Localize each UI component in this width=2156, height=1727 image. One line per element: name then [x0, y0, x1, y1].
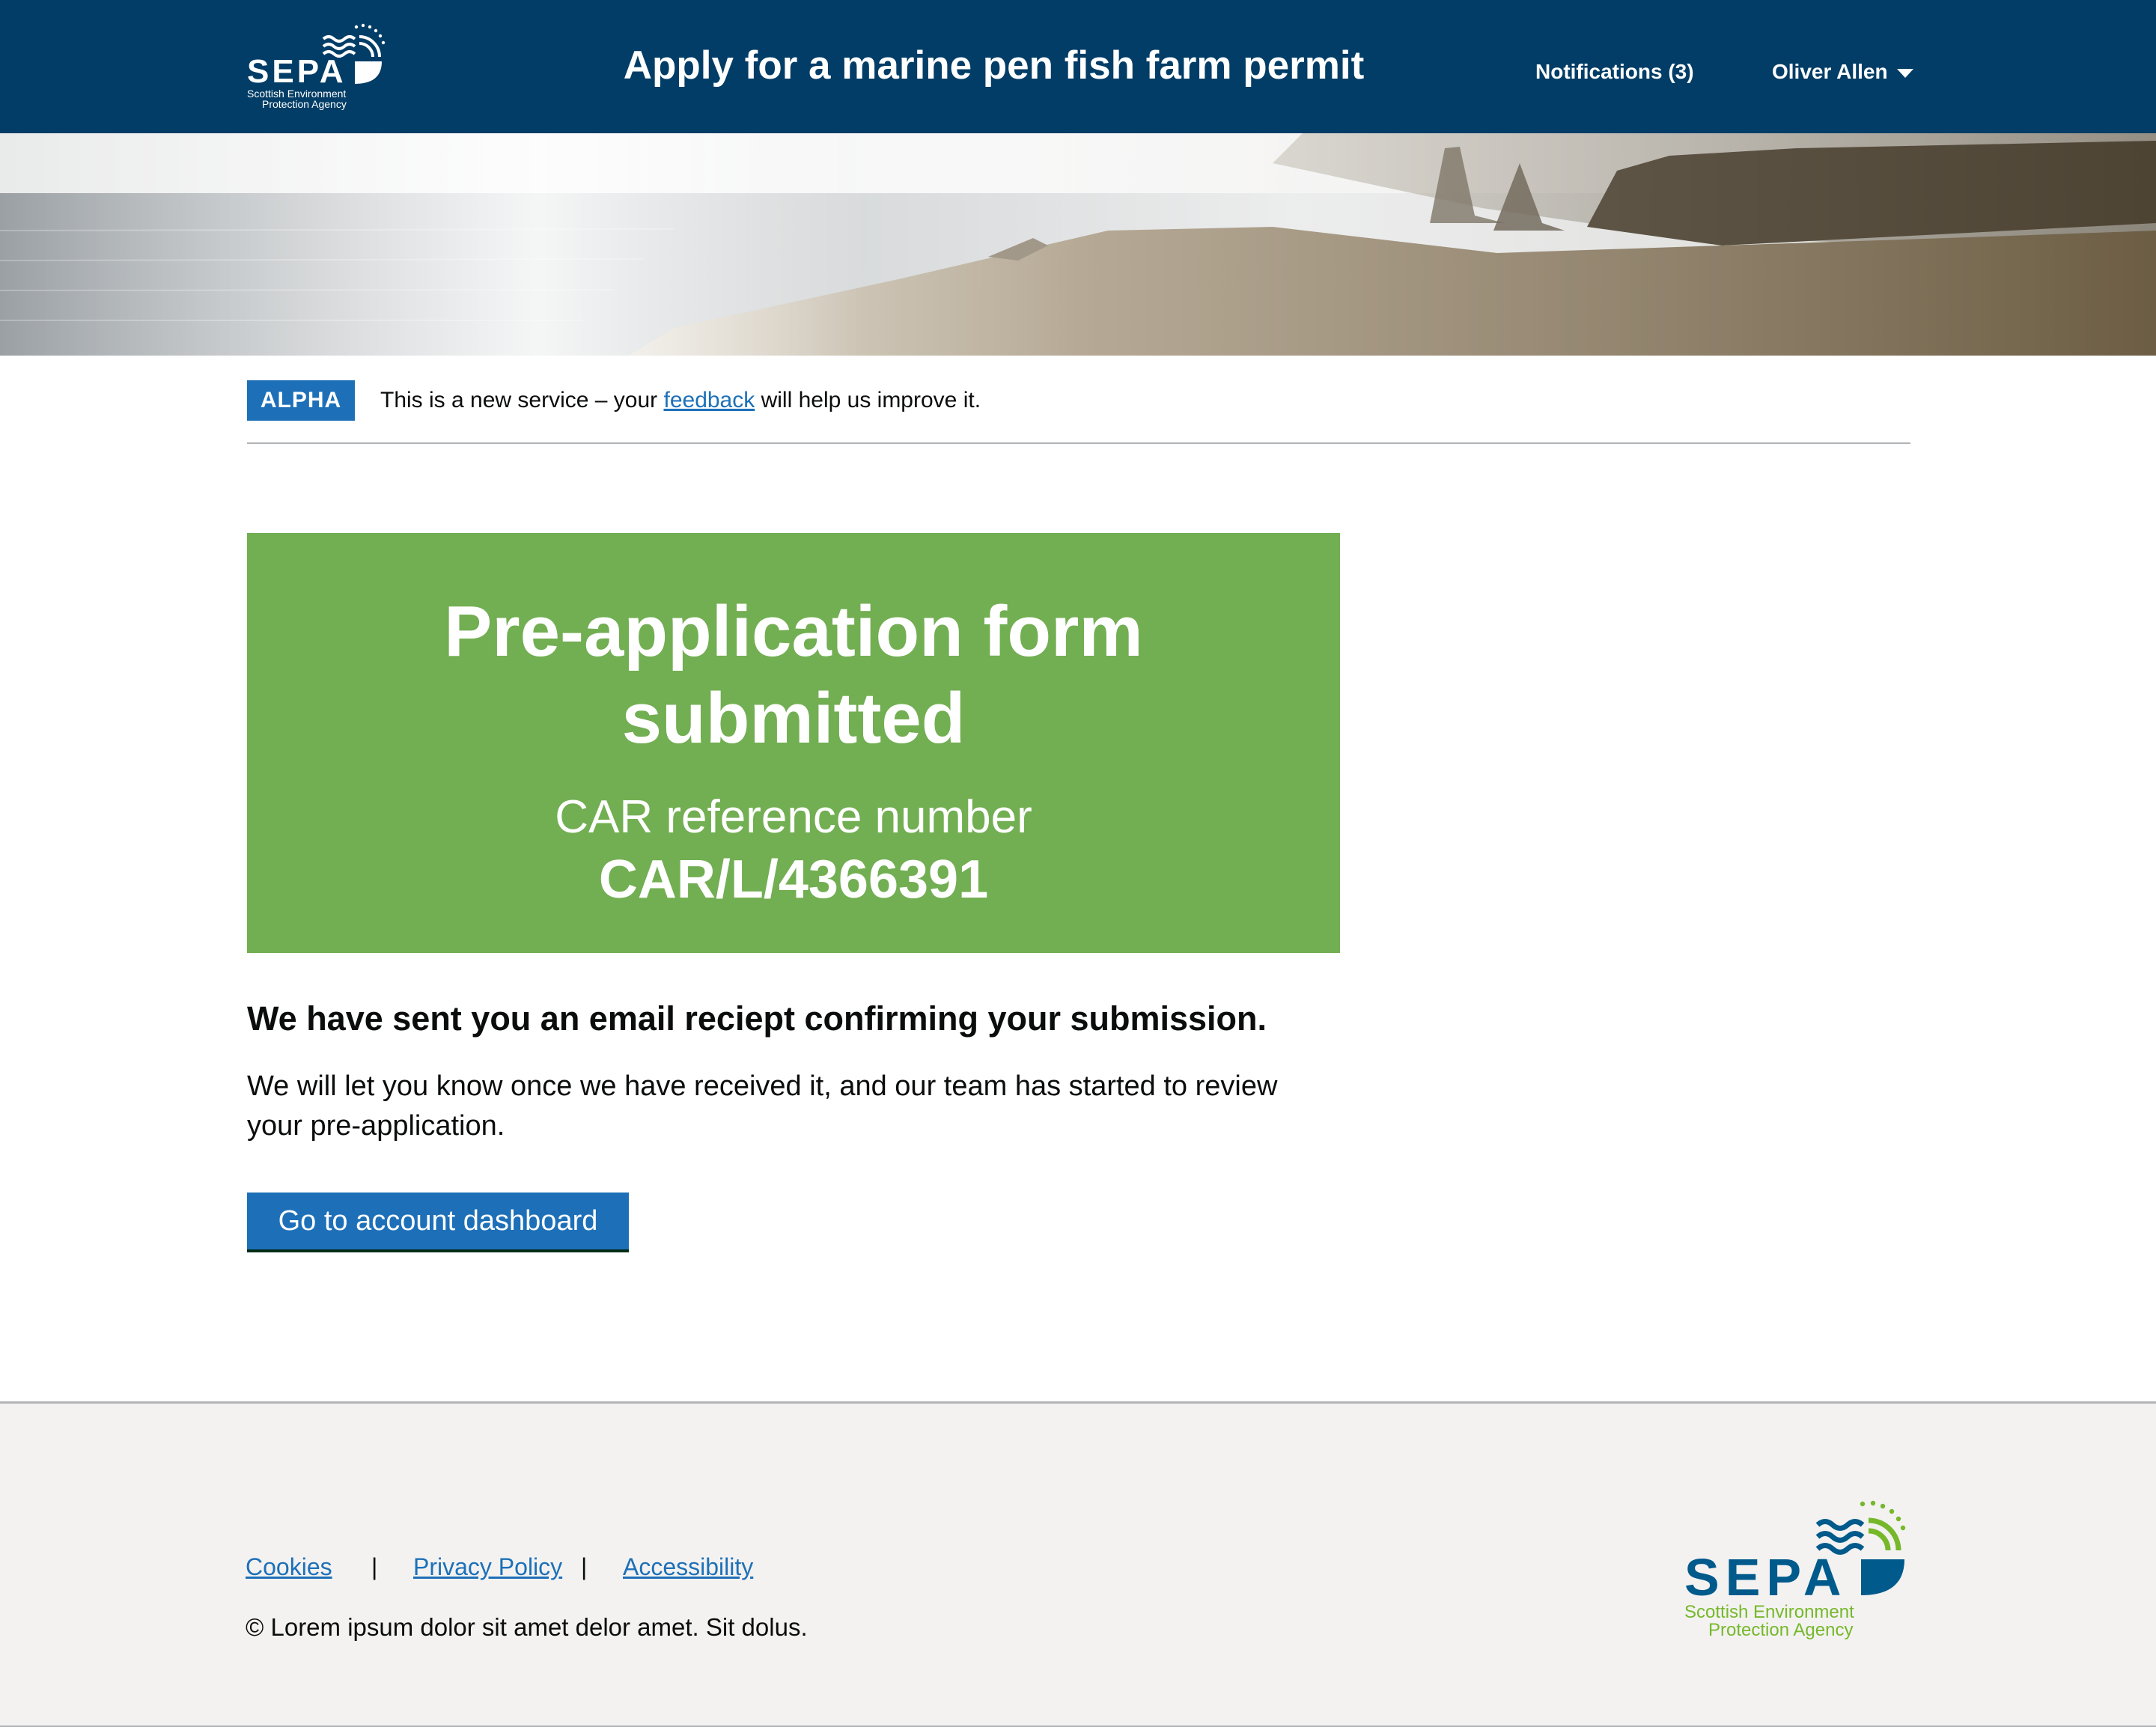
site-footer: Cookies | Privacy Policy | Accessibility… [0, 1401, 2156, 1727]
feedback-link[interactable]: feedback [663, 388, 755, 412]
phase-banner: ALPHA This is a new service – your feedb… [247, 380, 1910, 444]
sepa-logo-icon: SEPA Scottish Environment Protection Age… [247, 23, 386, 110]
sepa-logo[interactable]: SEPA Scottish Environment Protection Age… [246, 22, 388, 111]
svg-text:Protection Agency: Protection Agency [262, 98, 347, 110]
panel-title-line1: Pre-application form [444, 591, 1143, 671]
site-header: SEPA Scottish Environment Protection Age… [0, 0, 2156, 133]
svg-text:Scottish Environment: Scottish Environment [1684, 1602, 1854, 1622]
review-info-line2: your pre-application. [247, 1110, 505, 1142]
svg-text:Protection Agency: Protection Agency [1708, 1620, 1853, 1640]
hero-banner-image [0, 133, 2156, 356]
footer-separator: | [581, 1553, 588, 1580]
footer-link-accessibility[interactable]: Accessibility [623, 1551, 753, 1583]
footer-link-cookies[interactable]: Cookies [246, 1551, 332, 1583]
email-receipt-heading: We have sent you an email reciept confir… [247, 999, 1267, 1038]
go-to-dashboard-button[interactable]: Go to account dashboard [247, 1193, 629, 1249]
reference-number: CAR/L/4366391 [598, 850, 989, 910]
svg-text:SEPA: SEPA [247, 53, 347, 90]
footer-separator: | [371, 1553, 378, 1580]
phase-text-after: will help us improve it. [755, 388, 981, 412]
user-menu-toggle[interactable]: Oliver Allen [1772, 58, 1913, 85]
phase-tag: ALPHA [247, 380, 355, 421]
footer-sepa-logo: SEPA Scottish Environment Protection Age… [1683, 1499, 1915, 1649]
chevron-down-icon [1896, 68, 1913, 78]
phase-banner-text: This is a new service – your feedback wi… [380, 386, 981, 415]
notifications-link[interactable]: Notifications (3) [1535, 58, 1694, 85]
panel-title-line2: submitted [621, 678, 966, 758]
review-info-line1: We will let you know once we have receiv… [247, 1070, 1278, 1102]
footer-link-privacy-policy[interactable]: Privacy Policy [413, 1551, 562, 1583]
confirmation-panel: Pre-application form submitted CAR refere… [247, 533, 1340, 953]
reference-label: CAR reference number [555, 791, 1032, 843]
panel-title: Pre-application form submitted [247, 588, 1340, 762]
footer-copyright: © Lorem ipsum dolor sit amet delor amet.… [246, 1613, 808, 1641]
phase-text-before: This is a new service – your [380, 388, 664, 412]
sepa-logo-icon: SEPA Scottish Environment Protection Age… [1684, 1500, 1906, 1640]
user-name: Oliver Allen [1772, 60, 1888, 83]
svg-text:SEPA: SEPA [1684, 1548, 1847, 1606]
service-name-link[interactable]: Apply for a marine pen fish farm permit [599, 42, 1389, 90]
review-info-text: We will let you know once we have receiv… [247, 1067, 1310, 1146]
